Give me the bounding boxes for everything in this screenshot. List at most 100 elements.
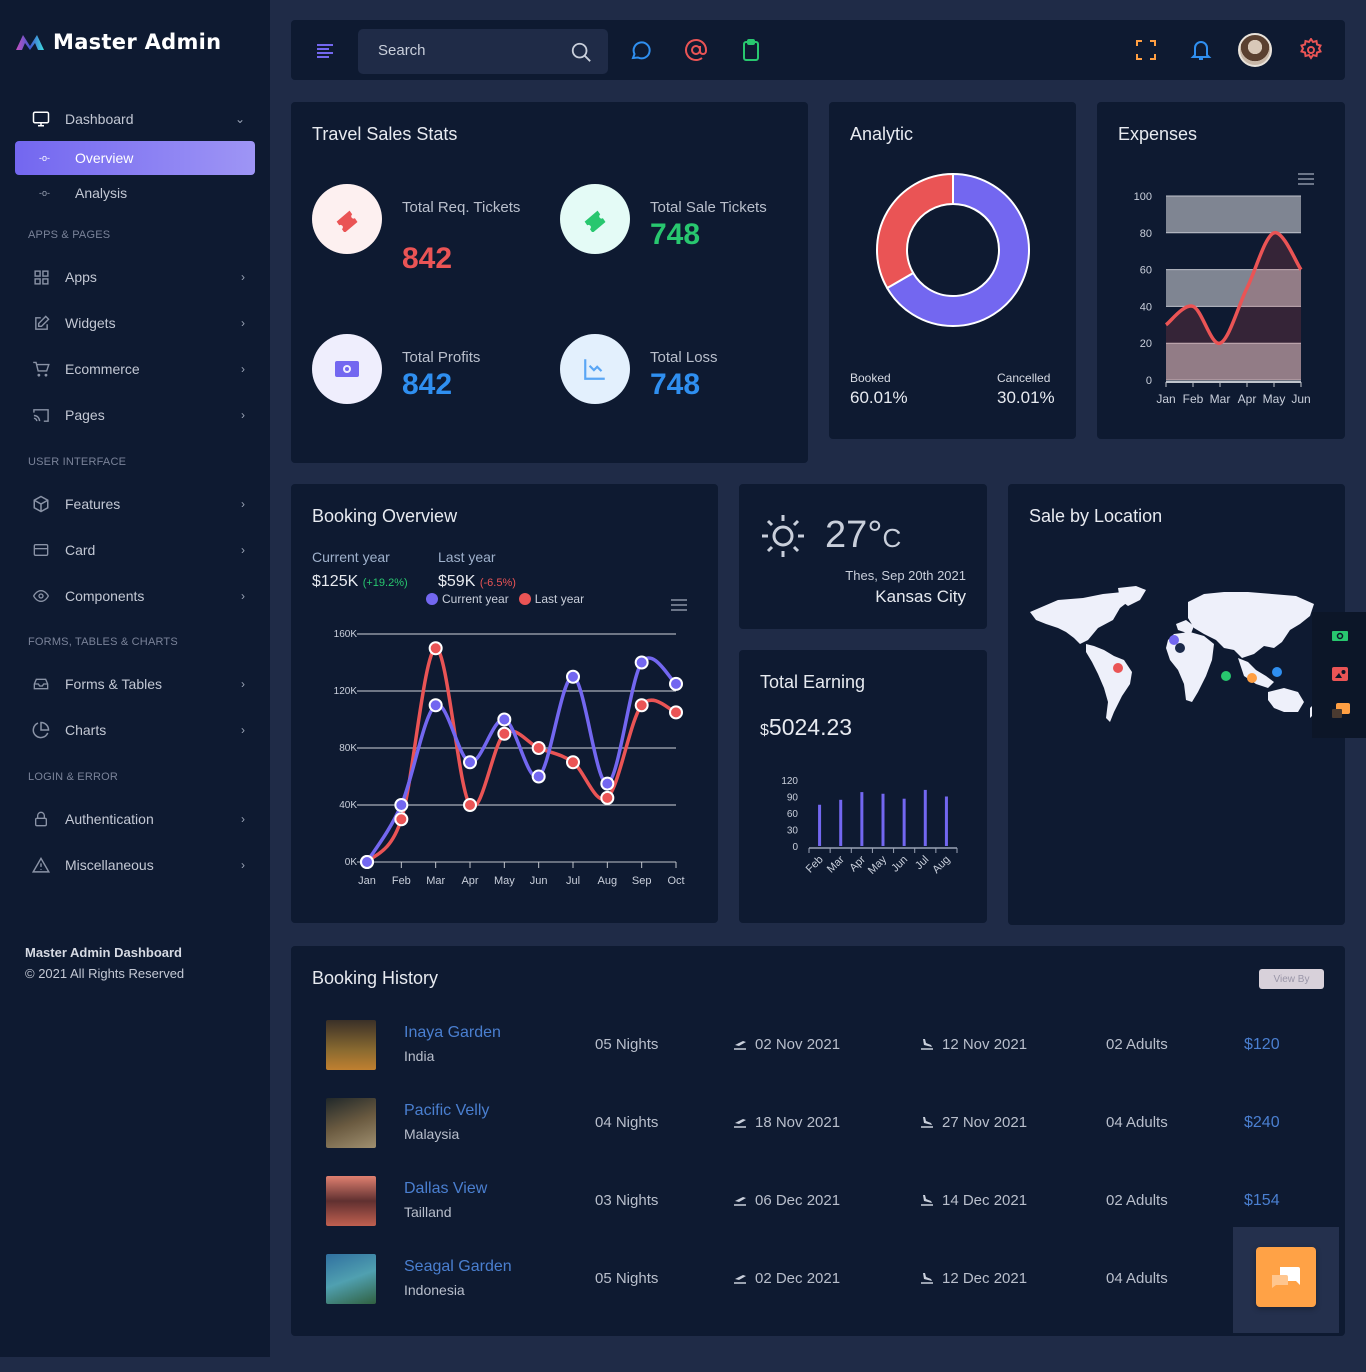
current-year-summary: $125K (+19.2%) (312, 573, 408, 591)
departure: 02 Dec 2021 (733, 1270, 840, 1287)
clipboard-icon[interactable] (739, 38, 763, 62)
world-map[interactable] (1028, 584, 1318, 729)
inbox-icon (31, 674, 51, 694)
x-tick-label: Sep (632, 875, 652, 887)
sidebar-item-apps[interactable]: Apps › (15, 260, 255, 294)
topbar (291, 20, 1345, 80)
map-marker-maldives (1221, 671, 1231, 681)
sidebar-subitem-overview[interactable]: -o- Overview (15, 141, 255, 175)
destination-name[interactable]: Dallas View (404, 1180, 487, 1198)
stat-label: Total Req. Tickets (402, 199, 521, 216)
total-earning-amount: $5024.23 (760, 714, 852, 741)
booking-row[interactable]: Pacific Velly Malaysia 04 Nights 18 Nov … (312, 1088, 1322, 1166)
legend-label-last[interactable]: Last year (535, 592, 584, 606)
view-by-button[interactable]: View By (1259, 969, 1324, 989)
destination-name[interactable]: Seagal Garden (404, 1258, 512, 1276)
data-point-last (600, 790, 615, 805)
booking-row[interactable]: Inaya Garden India 05 Nights 02 Nov 2021… (312, 1010, 1322, 1088)
chevron-right-icon: › (241, 723, 245, 737)
trending-down-icon (560, 334, 630, 404)
sidebar-item-components[interactable]: Components › (15, 579, 255, 613)
at-sign-icon[interactable] (684, 38, 708, 62)
search-icon[interactable] (570, 41, 592, 68)
x-tick-label: Jul (913, 854, 931, 872)
y-tick-label: 160K (334, 629, 358, 640)
ticket-icon (560, 184, 630, 254)
data-point-last (394, 812, 409, 827)
avatar[interactable] (1238, 33, 1272, 67)
weather-card: 27°C Thes, Sep 20th 2021 Kansas City (739, 484, 987, 629)
data-point-current (497, 712, 512, 727)
chat-widget-area (1233, 1227, 1339, 1333)
plane-landing-icon (920, 1192, 942, 1209)
sidebar-item-dashboard[interactable]: Dashboard ⌄ (15, 102, 255, 136)
booked-label: Booked (850, 371, 891, 385)
chevron-right-icon: › (241, 858, 245, 872)
y-tick-label: 60 (1140, 265, 1152, 277)
x-tick-label: Apr (1238, 392, 1257, 406)
sidebar-subitem-analysis[interactable]: -o- Analysis (15, 176, 255, 210)
arrival-date: 14 Dec 2021 (942, 1192, 1028, 1209)
package-icon (31, 494, 51, 514)
sidebar-item-authentication[interactable]: Authentication › (15, 802, 255, 836)
data-point-current (634, 655, 649, 670)
data-point-current (394, 798, 409, 812)
sidebar-item-features[interactable]: Features › (15, 487, 255, 521)
y-tick-label: 0K (345, 857, 358, 868)
booking-row[interactable]: Seagal Garden Indonesia 05 Nights 02 Dec… (312, 1244, 1322, 1322)
x-tick-label: Mar (426, 875, 445, 887)
plane-takeoff-icon (733, 1192, 755, 1209)
departure: 06 Dec 2021 (733, 1192, 840, 1209)
search-input[interactable] (378, 42, 558, 59)
booking-row[interactable]: Dallas View Tailland 03 Nights 06 Dec 20… (312, 1166, 1322, 1244)
sidebar-item-pages[interactable]: Pages › (15, 398, 255, 432)
menu-icon[interactable] (315, 40, 335, 60)
x-tick-label: Feb (804, 854, 826, 876)
message-icon[interactable] (629, 38, 653, 62)
ticket-icon (312, 184, 382, 254)
image-icon[interactable] (1332, 666, 1348, 687)
destination-thumbnail[interactable] (326, 1098, 376, 1148)
sidebar-item-label: Features (65, 496, 121, 512)
earning-bar (881, 793, 885, 846)
y-tick-label: 40K (339, 800, 357, 811)
stat-total-sale-tickets: Total Sale Tickets 748 (560, 184, 800, 284)
adults: 04 Adults (1106, 1270, 1168, 1287)
chevron-down-icon: ⌄ (234, 112, 245, 126)
earning-bar-chart: 0 30 60 90 120 Feb Mar AprMay Jun JulAug (781, 776, 958, 877)
logo[interactable]: Master Admin (15, 30, 221, 54)
chevron-right-icon: › (241, 677, 245, 691)
destination-country: Malaysia (404, 1126, 460, 1142)
sidebar-item-ecommerce[interactable]: Ecommerce › (15, 352, 255, 386)
money-icon[interactable] (1331, 629, 1349, 648)
booking-line-chart: 0K 40K 80K 120K 160K Jan Feb Mar Apr May Jun Jul Aug… (334, 629, 685, 887)
data-point-current (531, 769, 546, 784)
destination-name[interactable]: Inaya Garden (404, 1024, 501, 1042)
destination-thumbnail[interactable] (326, 1176, 376, 1226)
sidebar-item-forms-tables[interactable]: Forms & Tables › (15, 667, 255, 701)
chart-menu-icon[interactable] (671, 598, 687, 616)
y-tick-label: 0 (1146, 375, 1152, 387)
sidebar-item-widgets[interactable]: Widgets › (15, 306, 255, 340)
weather-city: Kansas City (875, 587, 966, 606)
stat-value: 842 (402, 242, 453, 275)
section-title: LOGIN & ERROR (28, 771, 119, 783)
sidebar-item-miscellaneous[interactable]: Miscellaneous › (15, 848, 255, 882)
destination-thumbnail[interactable] (326, 1020, 376, 1070)
destination-name[interactable]: Pacific Velly (404, 1102, 489, 1120)
x-tick-label: May (494, 875, 515, 887)
sidebar-item-label: Ecommerce (65, 361, 140, 377)
earning-bar (839, 799, 843, 846)
sidebar-item-label: Widgets (65, 315, 116, 331)
analytic-card: Analytic Booked 60.01% Cancelled 30.01% (829, 102, 1076, 439)
settings-icon[interactable] (1299, 37, 1323, 62)
chat-icon[interactable] (1332, 703, 1350, 724)
sidebar-item-card[interactable]: Card › (15, 533, 255, 567)
destination-thumbnail[interactable] (326, 1254, 376, 1304)
sidebar-item-charts[interactable]: Charts › (15, 713, 255, 747)
chat-button[interactable] (1256, 1247, 1316, 1307)
bell-icon[interactable] (1189, 38, 1213, 62)
cancelled-label: Cancelled (997, 371, 1051, 385)
fullscreen-icon[interactable] (1134, 38, 1158, 62)
legend-label-current[interactable]: Current year (442, 592, 509, 606)
